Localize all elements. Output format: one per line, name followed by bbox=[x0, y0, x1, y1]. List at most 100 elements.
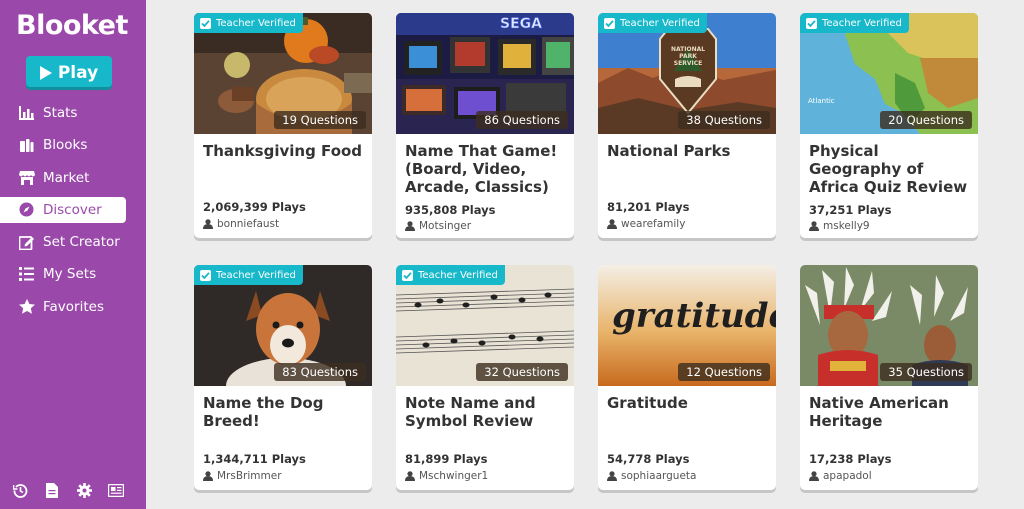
set-author[interactable]: MrsBrimmer bbox=[203, 470, 282, 482]
sidebar-item-favorites[interactable]: Favorites bbox=[0, 294, 146, 320]
list-icon bbox=[18, 266, 35, 283]
question-count-badge: 12 Questions bbox=[678, 363, 770, 381]
question-count-badge: 83 Questions bbox=[274, 363, 366, 381]
play-count: 1,344,711 Plays bbox=[203, 452, 306, 466]
play-count: 81,201 Plays bbox=[607, 200, 690, 214]
sidebar-item-label: Market bbox=[43, 169, 90, 186]
set-title: Physical Geography of Africa Quiz Review bbox=[809, 142, 968, 196]
play-count: 17,238 Plays bbox=[809, 452, 892, 466]
news-icon[interactable] bbox=[108, 482, 124, 498]
question-count-badge: 35 Questions bbox=[880, 363, 972, 381]
checkmark-icon bbox=[402, 269, 413, 281]
user-icon bbox=[405, 221, 415, 231]
sidebar-item-label: Favorites bbox=[43, 298, 104, 315]
teacher-verified-badge: Teacher Verified bbox=[396, 265, 505, 285]
author-name: Mschwinger1 bbox=[419, 470, 489, 482]
native-american-regalia-image: 35 Questions bbox=[800, 265, 978, 386]
teacher-verified-label: Teacher Verified bbox=[822, 17, 902, 29]
user-icon bbox=[809, 471, 819, 481]
checkmark-icon bbox=[200, 17, 211, 29]
gratitude-lettering-image: gratitude: 12 Questions bbox=[598, 265, 776, 386]
set-card[interactable]: Teacher Verified 32 Questions Note Name … bbox=[396, 265, 574, 490]
set-author[interactable]: mskelly9 bbox=[809, 220, 870, 232]
retro-game-consoles-image: SEGA 86 Questions bbox=[396, 13, 574, 134]
play-icon bbox=[39, 66, 52, 80]
set-author[interactable]: Motsinger bbox=[405, 220, 471, 232]
teacher-verified-label: Teacher Verified bbox=[620, 17, 700, 29]
user-icon bbox=[607, 471, 617, 481]
set-card[interactable]: gratitude: 12 Questions Gratitude 54,778… bbox=[598, 265, 776, 490]
question-count-badge: 86 Questions bbox=[476, 111, 568, 129]
sheet-music-image: Teacher Verified 32 Questions bbox=[396, 265, 574, 386]
author-name: Motsinger bbox=[419, 220, 472, 232]
sidebar-item-market[interactable]: Market bbox=[0, 165, 146, 191]
author-name: bonniefaust bbox=[217, 218, 280, 230]
set-card[interactable]: SEGA 86 Questions Name That Game! (Board… bbox=[396, 13, 574, 238]
sidebar-nav: Stats Blooks Market Discover Set Creator… bbox=[0, 100, 146, 326]
sidebar-item-label: Set Creator bbox=[43, 234, 120, 251]
question-count-badge: 20 Questions bbox=[880, 111, 972, 129]
set-title: Name the Dog Breed! bbox=[203, 394, 324, 430]
set-author[interactable]: bonniefaust bbox=[203, 218, 279, 230]
blooks-icon bbox=[18, 137, 35, 154]
set-card[interactable]: NATIONAL PARK SERVICE Teacher Verified 38 … bbox=[598, 13, 776, 238]
teacher-verified-badge: Teacher Verified bbox=[800, 13, 909, 33]
set-title: Thanksgiving Food bbox=[203, 142, 363, 160]
play-count: 2,069,399 Plays bbox=[203, 200, 306, 214]
checkmark-icon bbox=[200, 269, 211, 281]
set-title: Name That Game! (Board, Video, Arcade, C… bbox=[405, 142, 558, 196]
app-logo[interactable]: Blooket bbox=[16, 10, 128, 41]
sidebar-item-stats[interactable]: Stats bbox=[0, 100, 146, 126]
user-icon bbox=[203, 219, 213, 229]
question-count-badge: 32 Questions bbox=[476, 363, 568, 381]
play-button[interactable]: Play bbox=[26, 56, 112, 90]
author-name: apapadol bbox=[823, 470, 872, 482]
sidebar-item-discover[interactable]: Discover bbox=[0, 196, 126, 223]
sidebar-item-my-sets[interactable]: My Sets bbox=[0, 261, 146, 287]
gear-icon[interactable] bbox=[76, 482, 92, 498]
sidebar-item-set-creator[interactable]: Set Creator bbox=[0, 229, 146, 255]
history-icon[interactable] bbox=[12, 482, 28, 498]
park-sign-line: NATIONAL bbox=[671, 46, 705, 53]
document-icon[interactable] bbox=[44, 482, 60, 498]
set-author[interactable]: Mschwinger1 bbox=[405, 470, 488, 482]
set-title: Gratitude bbox=[607, 394, 688, 412]
set-author[interactable]: sophiaargueta bbox=[607, 470, 696, 482]
play-count: 37,251 Plays bbox=[809, 203, 892, 217]
checkmark-icon bbox=[806, 17, 817, 29]
sidebar-item-label: My Sets bbox=[43, 266, 97, 283]
africa-map-image: Atlantic Teacher Verified 20 Questions bbox=[800, 13, 978, 134]
play-button-label: Play bbox=[57, 63, 99, 83]
thanksgiving-food-image: Teacher Verified 19 Questions bbox=[194, 13, 372, 134]
gratitude-lettering-text: gratitude: bbox=[612, 296, 776, 336]
user-icon bbox=[405, 471, 415, 481]
set-card[interactable]: Atlantic Teacher Verified 20 Questions P… bbox=[800, 13, 978, 238]
teacher-verified-badge: Teacher Verified bbox=[194, 13, 303, 33]
user-icon bbox=[607, 219, 617, 229]
author-name: MrsBrimmer bbox=[217, 470, 282, 482]
star-icon bbox=[18, 298, 35, 315]
set-title: Native American Heritage bbox=[809, 394, 949, 430]
set-card[interactable]: 35 Questions Native American Heritage 17… bbox=[800, 265, 978, 490]
play-count: 81,899 Plays bbox=[405, 452, 488, 466]
edit-icon bbox=[18, 234, 35, 251]
sidebar-item-blooks[interactable]: Blooks bbox=[0, 132, 146, 158]
question-count-badge: 38 Questions bbox=[678, 111, 770, 129]
set-author[interactable]: wearefamily bbox=[607, 218, 685, 230]
set-author[interactable]: apapadol bbox=[809, 470, 872, 482]
sidebar: Blooket Play Stats Blooks Market Discove… bbox=[0, 0, 146, 509]
teacher-verified-badge: Teacher Verified bbox=[194, 265, 303, 285]
compass-icon bbox=[18, 201, 35, 218]
set-title: Note Name and Symbol Review bbox=[405, 394, 536, 430]
sidebar-item-label: Blooks bbox=[43, 137, 88, 154]
park-sign-line: SERVICE bbox=[674, 60, 702, 67]
store-icon bbox=[18, 169, 35, 186]
play-count: 935,808 Plays bbox=[405, 203, 496, 217]
set-card[interactable]: Teacher Verified 19 Questions Thanksgivi… bbox=[194, 13, 372, 238]
sidebar-footer bbox=[12, 482, 124, 498]
teacher-verified-label: Teacher Verified bbox=[216, 17, 296, 29]
checkmark-icon bbox=[604, 17, 615, 29]
set-card[interactable]: Teacher Verified 83 Questions Name the D… bbox=[194, 265, 372, 490]
teacher-verified-badge: Teacher Verified bbox=[598, 13, 707, 33]
puppy-image: Teacher Verified 83 Questions bbox=[194, 265, 372, 386]
